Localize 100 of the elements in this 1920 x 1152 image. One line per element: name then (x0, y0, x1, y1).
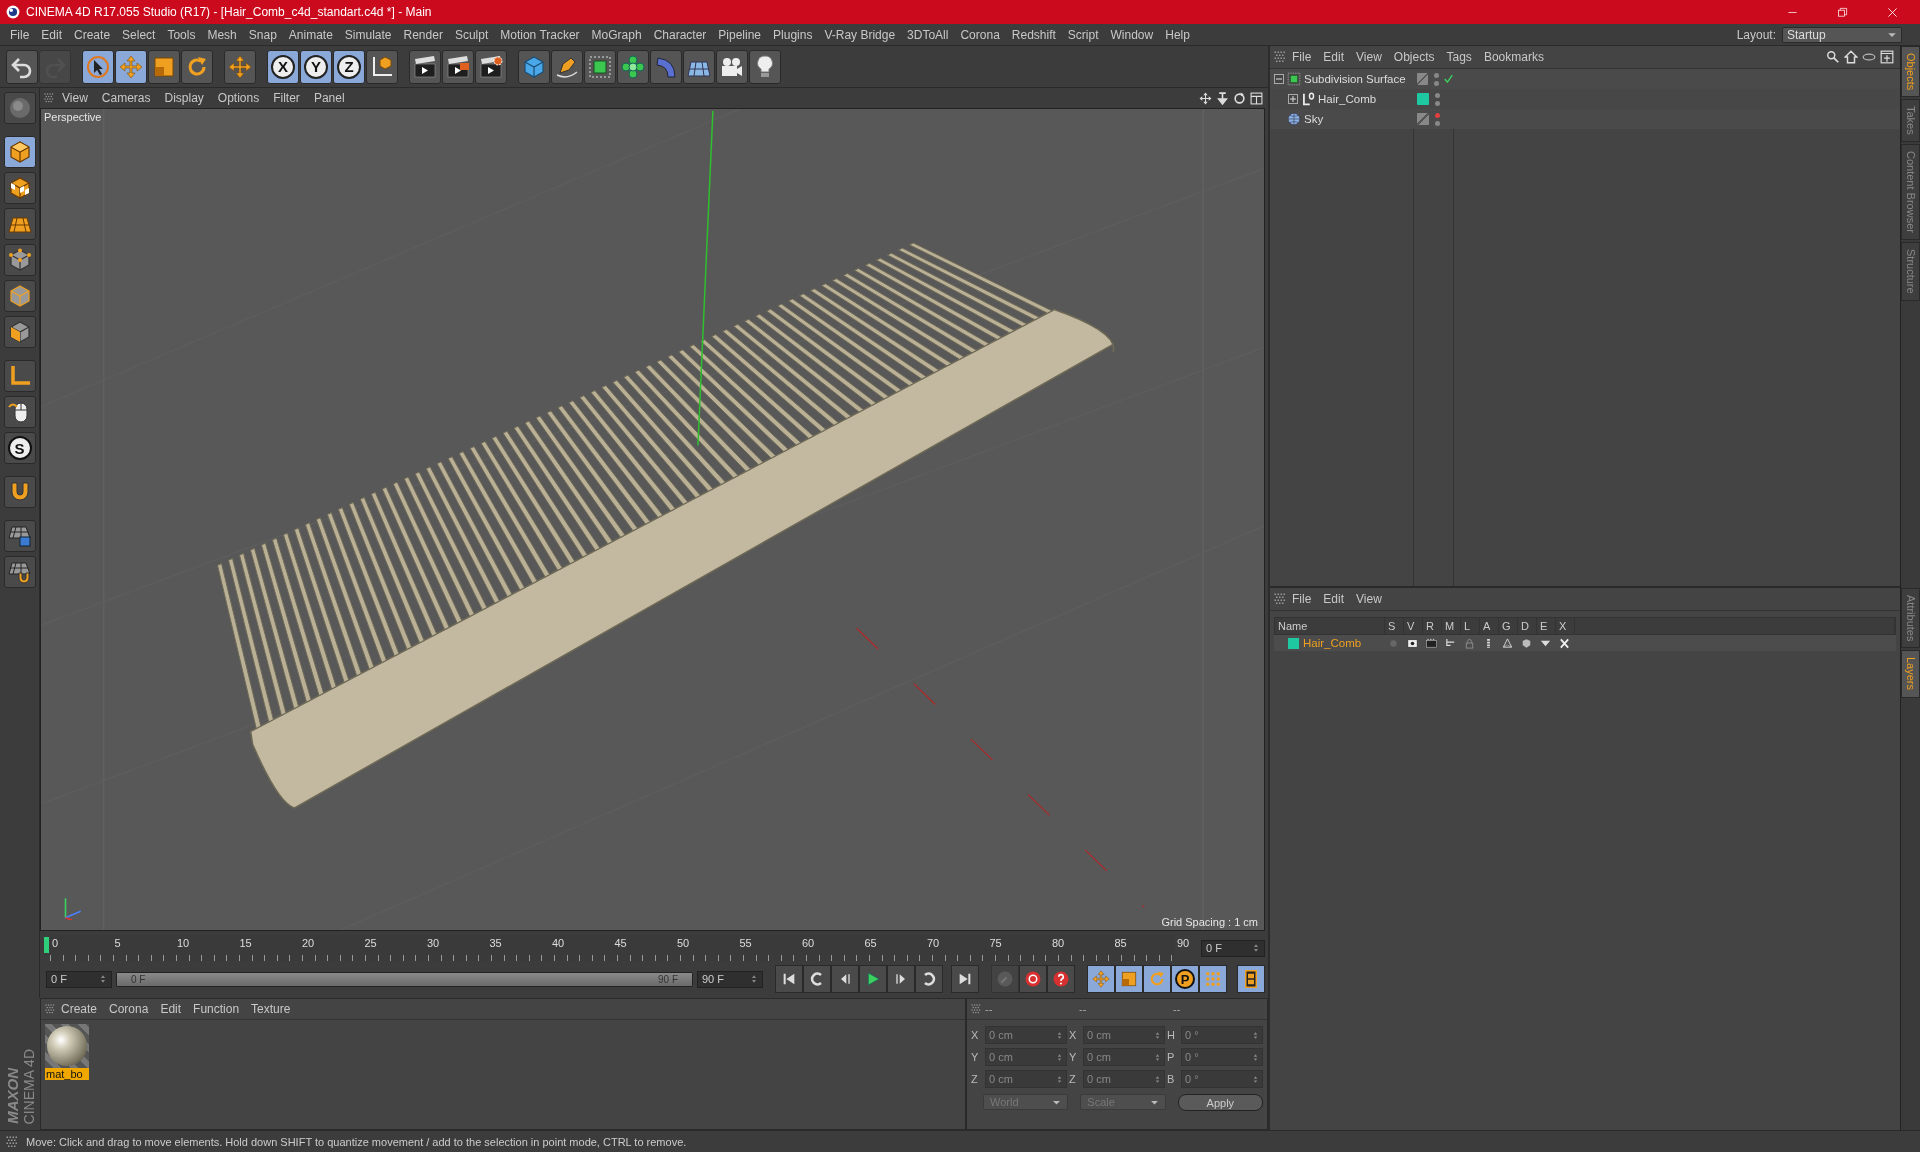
menu-item[interactable]: Create (68, 25, 117, 44)
check-icon[interactable] (1443, 74, 1453, 84)
menu-item[interactable]: Simulate (338, 25, 398, 44)
view-nav-button[interactable] (1198, 91, 1213, 105)
tool-button[interactable] (366, 49, 398, 84)
menu-item[interactable]: Character (647, 25, 713, 44)
layer-name[interactable]: Hair_Comb (1303, 637, 1362, 649)
menu-item[interactable]: Animate (282, 25, 339, 44)
collapse-toggle[interactable] (1274, 74, 1284, 84)
menu-item[interactable]: Create (55, 1000, 104, 1018)
tool-button[interactable] (115, 49, 147, 84)
tool-button[interactable] (551, 49, 583, 84)
mode-button[interactable] (3, 244, 36, 276)
menu-item[interactable]: Pipeline (712, 25, 768, 44)
menu-item[interactable]: View (56, 89, 94, 107)
menu-item[interactable]: Motion Tracker (494, 25, 586, 44)
expand-toggle[interactable] (1288, 94, 1298, 104)
mode-button[interactable] (3, 280, 36, 312)
menu-item[interactable]: Edit (35, 25, 69, 44)
playback-button[interactable] (887, 965, 915, 993)
current-frame-field[interactable]: 0 F (1201, 939, 1265, 957)
menu-item[interactable]: Select (116, 25, 162, 44)
tool-button[interactable] (584, 49, 616, 84)
view-nav-button[interactable] (1215, 91, 1230, 105)
playback-button[interactable] (775, 965, 803, 993)
menu-item[interactable]: File (1286, 590, 1318, 608)
visibility-dots[interactable] (1435, 112, 1440, 126)
deformer-icon[interactable] (1521, 637, 1532, 649)
menu-item[interactable]: File (1286, 48, 1318, 66)
mode-button[interactable] (3, 556, 36, 588)
panel-tool-button[interactable] (1842, 50, 1860, 64)
object-name[interactable]: Sky (1304, 113, 1324, 125)
tool-button[interactable] (683, 49, 715, 84)
film-icon[interactable] (1426, 637, 1437, 649)
menu-item[interactable]: Bookmarks (1477, 48, 1550, 66)
menu-item[interactable]: Options (211, 89, 266, 107)
panel-tool-button[interactable] (1878, 50, 1896, 64)
mode-button[interactable] (3, 316, 36, 348)
visibility-dots[interactable] (1435, 92, 1440, 106)
panel-tool-button[interactable] (1824, 50, 1842, 64)
tool-button[interactable] (82, 49, 114, 84)
tool-button[interactable] (148, 49, 180, 84)
axis-lock-button[interactable]: Y (300, 49, 332, 84)
eye-icon[interactable] (1407, 637, 1418, 649)
menu-item[interactable]: Filter (267, 89, 306, 107)
view-nav-button[interactable] (1232, 91, 1247, 105)
tool-button[interactable] (6, 49, 38, 84)
playback-button[interactable] (831, 965, 859, 993)
tool-button[interactable] (409, 49, 441, 84)
mode-button[interactable] (3, 208, 36, 240)
material-name[interactable]: mat_bo (45, 1068, 89, 1080)
menu-item[interactable]: Corona (954, 25, 1006, 44)
panel-tab[interactable]: Layers (1901, 650, 1920, 698)
mode-button[interactable] (3, 360, 36, 392)
apply-button[interactable]: Apply (1177, 1094, 1263, 1111)
menu-item[interactable]: MoGraph (585, 25, 648, 44)
visibility-dots[interactable] (1433, 72, 1439, 86)
axis-lock-button[interactable]: Z (333, 49, 365, 84)
menu-item[interactable]: Cameras (95, 89, 157, 107)
panel-tool-button[interactable] (1860, 50, 1878, 64)
mode-button[interactable]: S (3, 432, 36, 464)
menu-item[interactable]: Help (1159, 25, 1196, 44)
menu-item[interactable]: Mesh (201, 25, 243, 44)
menu-item[interactable]: Tools (161, 25, 202, 44)
mode-button[interactable] (3, 396, 36, 428)
key-track-button[interactable] (1237, 965, 1265, 993)
tool-button[interactable] (224, 49, 256, 84)
playback-button[interactable] (859, 965, 887, 993)
playback-button[interactable] (803, 965, 831, 993)
end-frame-field[interactable]: 90 F (697, 970, 763, 988)
menu-item[interactable]: Edit (1317, 590, 1351, 608)
tool-button[interactable] (442, 49, 474, 84)
menu-item[interactable]: Texture (245, 1000, 297, 1018)
playback-button[interactable] (951, 965, 979, 993)
axis-lock-button[interactable]: X (267, 49, 299, 84)
mode-button[interactable] (3, 476, 36, 508)
menu-item[interactable]: Corona (103, 1000, 155, 1018)
menu-item[interactable]: V-Ray Bridge (818, 25, 902, 44)
menu-item[interactable]: Snap (242, 25, 283, 44)
menu-item[interactable]: View (1350, 48, 1388, 66)
tool-button[interactable] (518, 49, 550, 84)
menu-item[interactable]: File (4, 25, 36, 44)
menu-item[interactable]: Edit (1317, 48, 1351, 66)
layout-dropdown[interactable]: Startup (1782, 26, 1902, 43)
panel-tab[interactable]: Objects (1901, 46, 1920, 98)
menu-item[interactable]: Display (158, 89, 210, 107)
object-name[interactable]: Hair_Comb (1318, 93, 1377, 105)
tool-button[interactable] (475, 49, 507, 84)
record-button[interactable] (1019, 965, 1047, 993)
xref-icon[interactable] (1559, 637, 1570, 649)
tool-button[interactable] (749, 49, 781, 84)
dot-icon[interactable] (1388, 637, 1399, 649)
menu-item[interactable]: Sculpt (448, 25, 495, 44)
menu-item[interactable]: Window (1104, 25, 1160, 44)
mode-button[interactable] (3, 172, 36, 204)
menu-item[interactable]: Plugins (767, 25, 819, 44)
tool-button[interactable] (181, 49, 213, 84)
menu-item[interactable]: Render (397, 25, 449, 44)
menu-item[interactable]: Script (1061, 25, 1105, 44)
cone-icon[interactable] (1502, 637, 1513, 649)
